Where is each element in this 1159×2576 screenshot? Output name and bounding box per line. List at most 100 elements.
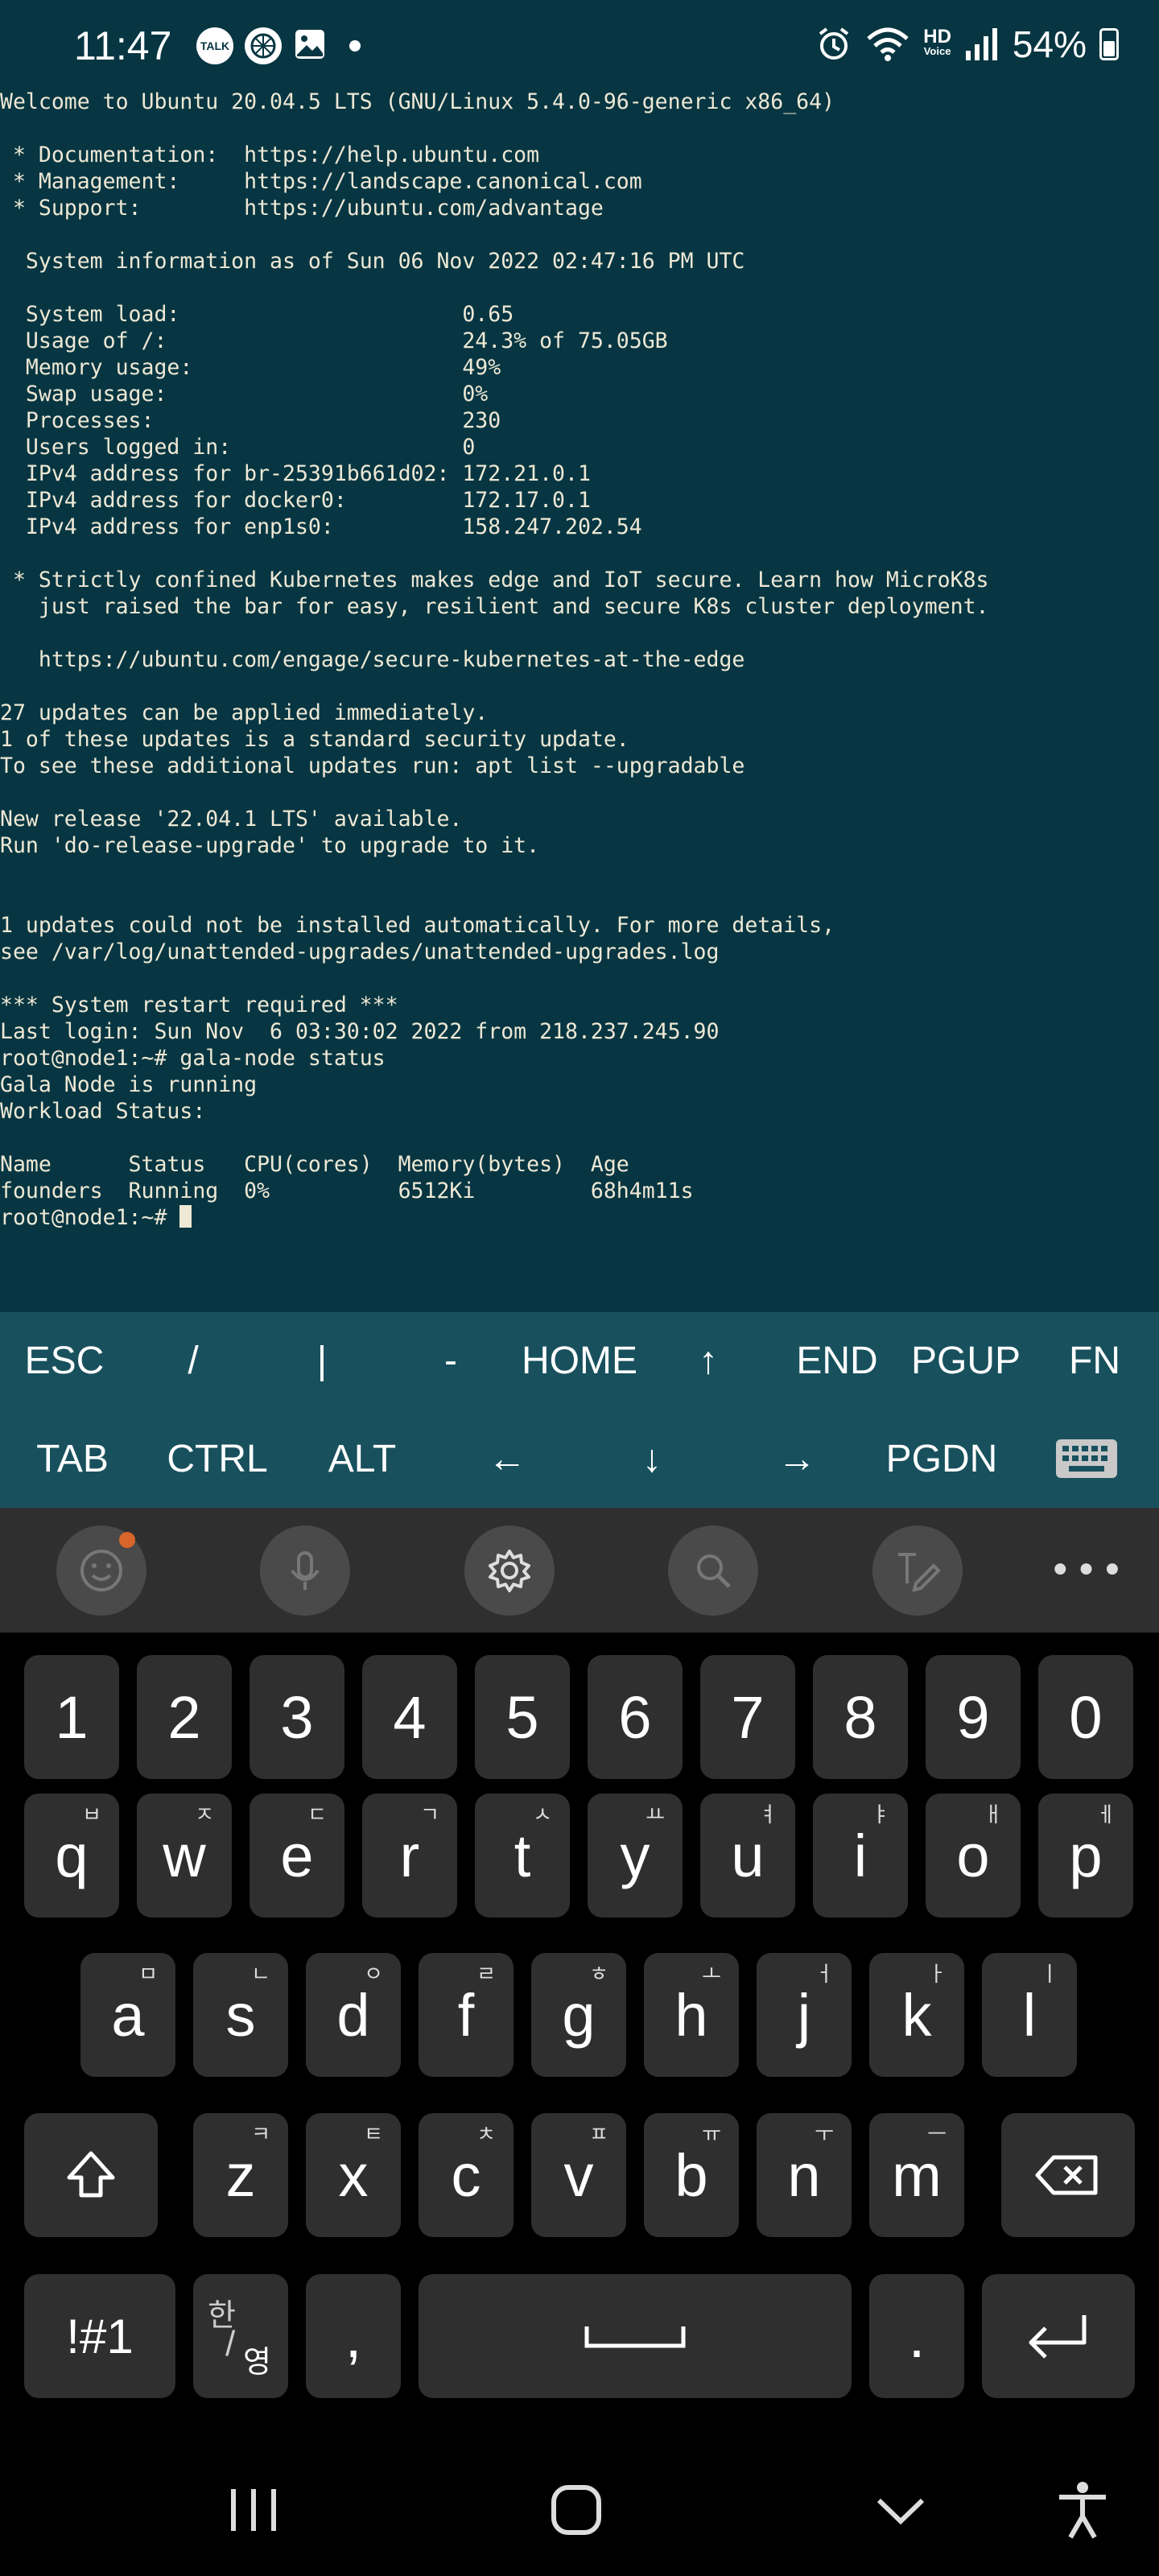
emoji-icon[interactable] bbox=[56, 1525, 146, 1616]
end-key[interactable]: END bbox=[773, 1312, 901, 1409]
terminal-line: * Documentation: https://help.ubuntu.com bbox=[0, 142, 540, 167]
alarm-icon bbox=[819, 27, 849, 60]
pgup-key[interactable]: PGUP bbox=[901, 1312, 1030, 1409]
key-9[interactable]: 9 bbox=[926, 1655, 1021, 1779]
period-key[interactable]: . bbox=[869, 2274, 964, 2398]
notification-dot bbox=[119, 1532, 135, 1548]
terminal-prompt: root@node1:~# bbox=[0, 1205, 180, 1230]
arrow-left-key[interactable]: ← bbox=[435, 1410, 580, 1507]
key-5[interactable]: 5 bbox=[475, 1655, 570, 1779]
key-0[interactable]: 0 bbox=[1038, 1655, 1133, 1779]
key-r[interactable]: rㄱ bbox=[362, 1794, 457, 1918]
terminal-line: https://ubuntu.com/engage/secure-kuberne… bbox=[0, 647, 745, 672]
keyboard-icon[interactable] bbox=[1014, 1410, 1159, 1507]
key-6[interactable]: 6 bbox=[588, 1655, 683, 1779]
wifi-icon bbox=[867, 27, 909, 61]
key-e[interactable]: eㄷ bbox=[250, 1794, 344, 1918]
key-j[interactable]: jㅓ bbox=[757, 1953, 852, 2077]
terminal-view[interactable]: Welcome to Ubuntu 20.04.5 LTS (GNU/Linux… bbox=[0, 89, 1159, 1312]
key-z[interactable]: zㅋ bbox=[193, 2113, 288, 2237]
search-icon[interactable] bbox=[668, 1525, 758, 1616]
key-d[interactable]: dㅇ bbox=[306, 1953, 401, 2077]
enter-key[interactable] bbox=[982, 2274, 1135, 2398]
status-time: 11:47 bbox=[74, 23, 172, 68]
key-2[interactable]: 2 bbox=[137, 1655, 232, 1779]
key-1[interactable]: 1 bbox=[24, 1655, 119, 1779]
arrow-up-key[interactable]: ↑ bbox=[644, 1312, 773, 1409]
handwriting-icon[interactable] bbox=[872, 1525, 963, 1616]
arrow-right-key[interactable]: → bbox=[724, 1410, 869, 1507]
key-a[interactable]: aㅁ bbox=[80, 1953, 175, 2077]
gallery-icon bbox=[293, 27, 327, 64]
key-o[interactable]: oㅐ bbox=[926, 1794, 1021, 1918]
backspace-key[interactable] bbox=[1001, 2113, 1135, 2237]
settings-icon[interactable] bbox=[464, 1525, 555, 1616]
key-x[interactable]: xㅌ bbox=[306, 2113, 401, 2237]
terminal-line: Usage of /: 24.3% of 75.05GB bbox=[0, 328, 668, 353]
terminal-line: * Management: https://landscape.canonica… bbox=[0, 169, 642, 194]
navigation-bar bbox=[0, 2446, 1159, 2576]
keyboard-toolbar: ••• bbox=[0, 1508, 1159, 1633]
key-s[interactable]: sㄴ bbox=[193, 1953, 288, 2077]
ctrl-key[interactable]: CTRL bbox=[145, 1410, 290, 1507]
key-y[interactable]: yㅛ bbox=[588, 1794, 683, 1918]
comma-key[interactable]: , bbox=[306, 2274, 401, 2398]
terminal-line: *** System restart required *** bbox=[0, 993, 398, 1018]
terminal-cursor bbox=[179, 1205, 192, 1228]
dot-icon bbox=[349, 40, 361, 52]
key-i[interactable]: iㅑ bbox=[813, 1794, 908, 1918]
pipe-key[interactable]: | bbox=[258, 1312, 386, 1409]
symbols-key[interactable]: !#1 bbox=[24, 2274, 175, 2398]
more-icon[interactable]: ••• bbox=[1049, 1548, 1127, 1593]
terminal-line: IPv4 address for br-25391b661d02: 172.21… bbox=[0, 461, 591, 486]
terminal-line: 1 updates could not be installed automat… bbox=[0, 913, 835, 938]
key-k[interactable]: kㅏ bbox=[869, 1953, 964, 2077]
terminal-line: root@node1:~# gala-node status bbox=[0, 1046, 386, 1071]
slash-key[interactable]: / bbox=[129, 1312, 258, 1409]
home-key[interactable]: HOME bbox=[515, 1312, 644, 1409]
alt-key[interactable]: ALT bbox=[290, 1410, 435, 1507]
key-v[interactable]: vㅍ bbox=[531, 2113, 626, 2237]
accessibility-icon[interactable] bbox=[1054, 2478, 1111, 2542]
key-f[interactable]: fㄹ bbox=[419, 1953, 514, 2077]
system-icons: HD Voice 54% bbox=[815, 23, 1119, 66]
key-b[interactable]: bㅠ bbox=[644, 2113, 739, 2237]
pgdn-key[interactable]: PGDN bbox=[869, 1410, 1014, 1507]
terminal-line: New release '22.04.1 LTS' available. bbox=[0, 807, 463, 832]
key-3[interactable]: 3 bbox=[250, 1655, 344, 1779]
key-w[interactable]: wㅈ bbox=[137, 1794, 232, 1918]
shift-key[interactable] bbox=[24, 2113, 158, 2237]
key-q[interactable]: qㅂ bbox=[24, 1794, 119, 1918]
dash-key[interactable]: - bbox=[386, 1312, 515, 1409]
hide-keyboard-icon[interactable] bbox=[872, 2478, 929, 2542]
arrow-down-key[interactable]: ↓ bbox=[580, 1410, 724, 1507]
key-t[interactable]: tㅅ bbox=[475, 1794, 570, 1918]
language-key[interactable]: 한 / 영 bbox=[193, 2274, 288, 2398]
key-u[interactable]: uㅕ bbox=[700, 1794, 795, 1918]
esc-key[interactable]: ESC bbox=[0, 1312, 129, 1409]
key-h[interactable]: hㅗ bbox=[644, 1953, 739, 2077]
mic-icon[interactable] bbox=[260, 1525, 350, 1616]
key-g[interactable]: gㅎ bbox=[531, 1953, 626, 2077]
key-p[interactable]: pㅔ bbox=[1038, 1794, 1133, 1918]
key-c[interactable]: cㅊ bbox=[419, 2113, 514, 2237]
key-4[interactable]: 4 bbox=[362, 1655, 457, 1779]
key-8[interactable]: 8 bbox=[813, 1655, 908, 1779]
terminal-line: Workload Status: bbox=[0, 1099, 206, 1124]
key-l[interactable]: lㅣ bbox=[982, 1953, 1077, 2077]
key-m[interactable]: mㅡ bbox=[869, 2113, 964, 2237]
terminal-prompt-line[interactable]: root@node1:~# bbox=[0, 1204, 1159, 1231]
battery-percent: 54% bbox=[1012, 23, 1087, 65]
space-key[interactable] bbox=[419, 2274, 852, 2398]
fn-key[interactable]: FN bbox=[1030, 1312, 1159, 1409]
key-7[interactable]: 7 bbox=[700, 1655, 795, 1779]
terminal-line: Swap usage: 0% bbox=[0, 382, 489, 407]
terminal-line: Name Status CPU(cores) Memory(bytes) Age bbox=[0, 1152, 629, 1177]
signal-icon bbox=[965, 28, 997, 60]
terminal-line: To see these additional updates run: apt… bbox=[0, 753, 745, 778]
home-icon[interactable] bbox=[547, 2478, 605, 2542]
key-n[interactable]: nㅜ bbox=[757, 2113, 852, 2237]
recents-icon[interactable] bbox=[225, 2478, 282, 2542]
terminal-line: Users logged in: 0 bbox=[0, 435, 476, 460]
tab-key[interactable]: TAB bbox=[0, 1410, 145, 1507]
